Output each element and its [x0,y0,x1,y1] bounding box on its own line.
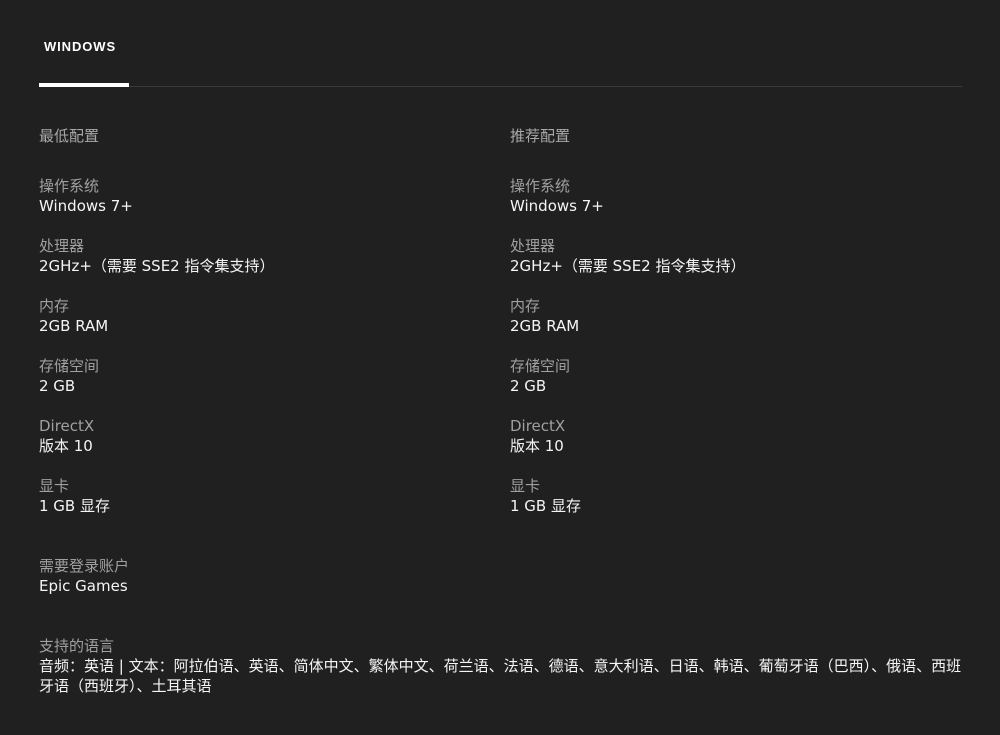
supported-languages: 支持的语言 音频：英语 | 文本：阿拉伯语、英语、简体中文、繁体中文、荷兰语、法… [39,636,969,696]
account-value: Epic Games [39,577,128,595]
spec-value: 2GB RAM [510,317,580,335]
spec-value: 2 GB [39,377,76,395]
spec-value: 版本 10 [510,437,564,455]
tab-windows-label: WINDOWS [44,39,117,54]
spec-value: Windows 7+ [39,197,133,215]
minimum-requirements-column: 最低配置 操作系统 Windows 7+ 处理器 2GHz+（需要 SSE2 指… [39,126,479,536]
spec-memory: 内存 2GB RAM [39,296,479,356]
spec-label: 显卡 [510,477,541,495]
spec-graphics: 显卡 1 GB 显存 [510,476,950,536]
active-tab-indicator [39,83,129,87]
spec-value: 2GB RAM [39,317,109,335]
spec-value: 2GHz+（需要 SSE2 指令集支持） [39,257,275,275]
spec-label: 显卡 [39,477,70,495]
spec-value: 1 GB 显存 [510,497,581,515]
spec-directx: DirectX 版本 10 [39,416,479,476]
spec-value: 2 GB [510,377,547,395]
spec-label: 处理器 [39,237,85,255]
spec-graphics: 显卡 1 GB 显存 [39,476,479,536]
account-requirement: 需要登录账户 Epic Games [39,556,969,596]
languages-value: 音频：英语 | 文本：阿拉伯语、英语、简体中文、繁体中文、荷兰语、法语、德语、意… [39,657,962,695]
spec-label: 存储空间 [510,357,571,375]
spec-label: 操作系统 [39,177,100,195]
spec-value: Windows 7+ [510,197,604,215]
spec-label: 内存 [39,297,70,315]
spec-storage: 存储空间 2 GB [510,356,950,416]
spec-os: 操作系统 Windows 7+ [510,176,950,236]
languages-label: 支持的语言 [39,637,115,655]
account-label: 需要登录账户 [39,557,130,575]
spec-processor: 处理器 2GHz+（需要 SSE2 指令集支持） [510,236,950,296]
spec-processor: 处理器 2GHz+（需要 SSE2 指令集支持） [39,236,479,296]
platform-tabs: WINDOWS [39,0,962,87]
spec-directx: DirectX 版本 10 [510,416,950,476]
recommended-requirements-heading: 推荐配置 [510,127,571,145]
spec-value: 1 GB 显存 [39,497,110,515]
spec-label: DirectX [510,417,566,435]
spec-value: 2GHz+（需要 SSE2 指令集支持） [510,257,746,275]
tab-windows[interactable]: WINDOWS [39,0,129,88]
spec-label: 存储空间 [39,357,100,375]
spec-label: 处理器 [510,237,556,255]
spec-label: 操作系统 [510,177,571,195]
spec-storage: 存储空间 2 GB [39,356,479,416]
recommended-requirements-column: 推荐配置 操作系统 Windows 7+ 处理器 2GHz+（需要 SSE2 指… [510,126,950,536]
spec-label: DirectX [39,417,95,435]
spec-os: 操作系统 Windows 7+ [39,176,479,236]
spec-label: 内存 [510,297,541,315]
minimum-requirements-heading: 最低配置 [39,127,100,145]
spec-memory: 内存 2GB RAM [510,296,950,356]
spec-value: 版本 10 [39,437,93,455]
